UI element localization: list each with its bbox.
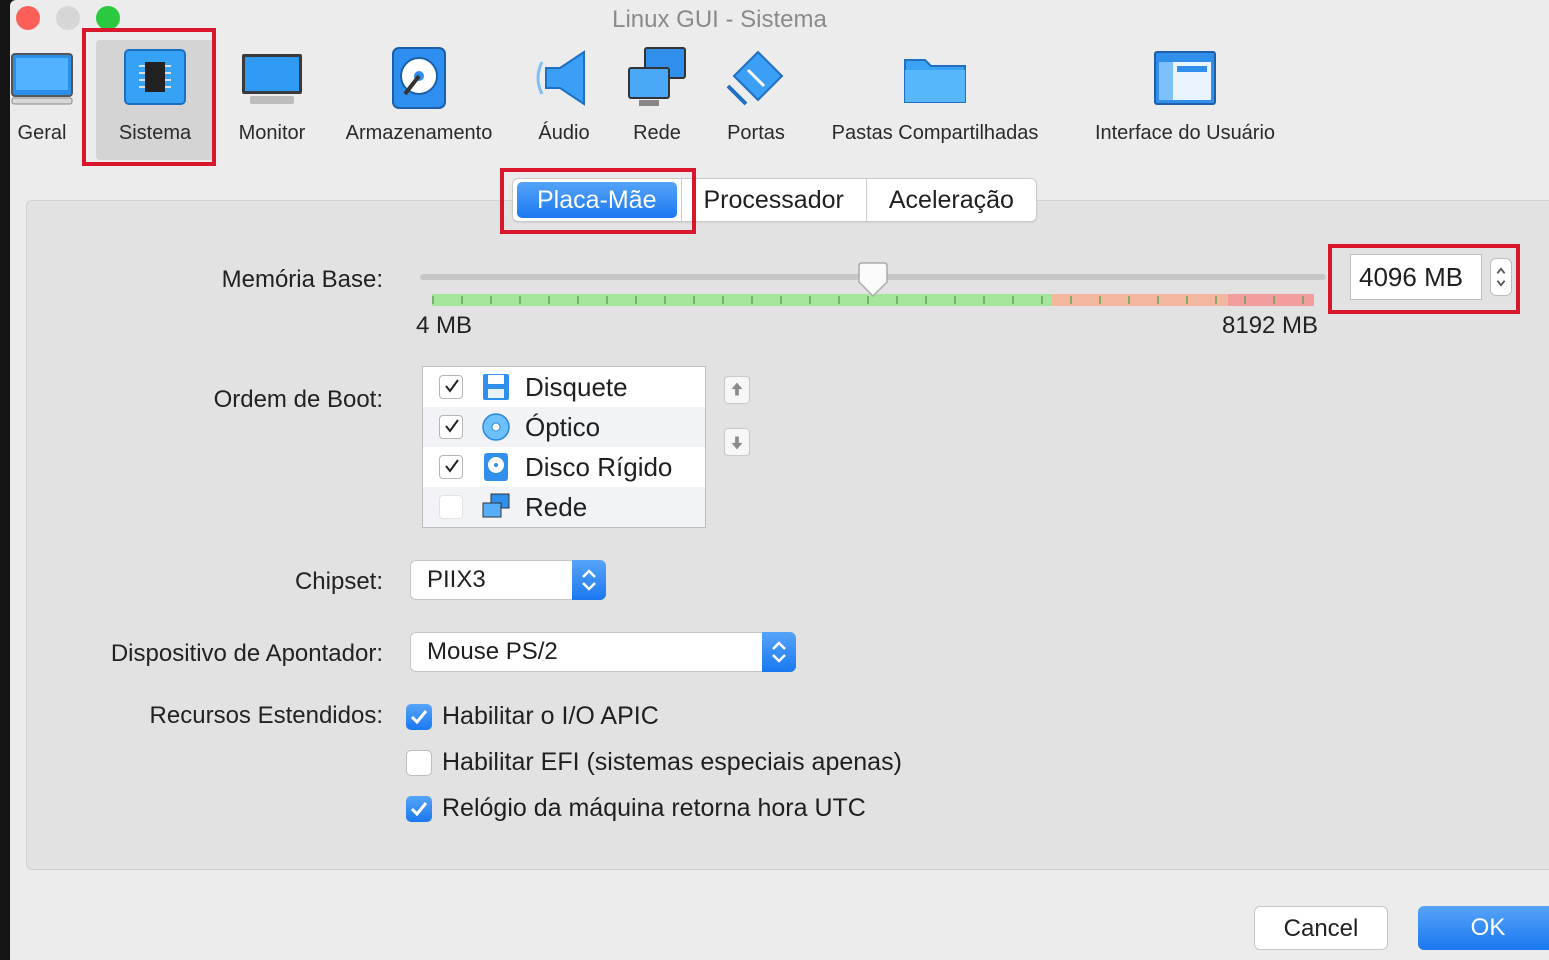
pointer-select[interactable]: Mouse PS/2	[410, 632, 796, 672]
toolbar-item-portas[interactable]: Portas	[718, 40, 794, 160]
memory-label: Memória Base:	[221, 266, 383, 293]
toolbar-item-pastas-compartilhadas[interactable]: Pastas Compartilhadas	[822, 40, 1048, 160]
boot-checkbox[interactable]	[439, 375, 463, 399]
boot-item-label: Óptico	[525, 411, 601, 442]
toolbar-item-geral[interactable]: Geral	[10, 40, 74, 160]
title-bar: Linux GUI - Sistema	[10, 0, 1549, 36]
pointer-label: Dispositivo de Apontador:	[110, 640, 383, 667]
chipset-value: PIIX3	[427, 566, 486, 593]
general-icon	[11, 53, 73, 105]
boot-item-label: Rede	[525, 491, 588, 522]
speaker-icon	[536, 50, 585, 106]
boot-item-label: Disquete	[525, 371, 628, 402]
boot-item-rede[interactable]: Rede	[423, 487, 705, 527]
toolbar-label: Portas	[727, 122, 785, 144]
tab-placa-mae[interactable]: Placa-Mãe	[517, 182, 677, 218]
boot-checkbox[interactable]	[439, 495, 463, 519]
monitor-icon	[242, 54, 302, 104]
network-icon	[482, 493, 510, 518]
boot-move-down-button[interactable]	[724, 428, 750, 456]
tab-processador[interactable]: Processador	[680, 179, 866, 221]
checkbox-checked[interactable]	[406, 703, 432, 730]
ports-icon	[726, 50, 784, 106]
tab-aceleracao[interactable]: Aceleração	[865, 179, 1036, 221]
optical-disc-icon	[482, 413, 510, 441]
chevron-updown-icon	[572, 560, 606, 600]
option-io-apic[interactable]: Habilitar o I/O APIC	[406, 702, 659, 731]
option-label: Habilitar o I/O APIC	[442, 702, 659, 730]
toolbar-label: Rede	[633, 122, 681, 144]
toolbar-item-audio[interactable]: Áudio	[522, 40, 606, 160]
settings-window: Linux GUI - Sistema Geral Sistema Monito…	[10, 0, 1549, 960]
checkbox-unchecked[interactable]	[406, 749, 432, 776]
option-efi[interactable]: Habilitar EFI (sistemas especiais apenas…	[406, 748, 902, 777]
memory-value-input[interactable]: 4096 MB	[1350, 254, 1482, 300]
option-label: Habilitar EFI (sistemas especiais apenas…	[442, 748, 902, 776]
floppy-icon	[483, 374, 509, 400]
toolbar-label: Geral	[17, 122, 67, 144]
network-icon	[628, 47, 686, 106]
settings-toolbar: Geral Sistema Monitor Armazenamento Áudi…	[10, 40, 1549, 170]
cancel-button[interactable]: Cancel	[1254, 906, 1388, 950]
chipset-label: Chipset:	[294, 568, 383, 595]
ui-window-icon	[1154, 51, 1216, 105]
boot-move-up-button[interactable]	[724, 376, 750, 404]
boot-order-label: Ordem de Boot:	[213, 386, 383, 413]
boot-item-disco-rigido[interactable]: Disco Rígido	[423, 447, 705, 487]
toolbar-label: Sistema	[118, 122, 192, 144]
toolbar-label: Pastas Compartilhadas	[831, 122, 1039, 144]
memory-spinbox: 4096 MB	[1350, 254, 1516, 304]
chevron-updown-icon	[762, 632, 796, 672]
check-icon	[445, 379, 459, 393]
check-icon	[410, 801, 428, 816]
boot-item-optico[interactable]: Óptico	[423, 407, 705, 447]
toolbar-item-armazenamento[interactable]: Armazenamento	[340, 40, 498, 160]
boot-checkbox[interactable]	[439, 455, 463, 479]
toolbar-label: Interface do Usuário	[1094, 122, 1276, 144]
hard-disk-icon	[484, 453, 508, 481]
check-icon	[445, 459, 459, 473]
tab-bar: Placa-Mãe Processador Aceleração	[512, 178, 1037, 222]
checkbox-checked[interactable]	[406, 795, 432, 822]
toolbar-item-interface-do-usuario[interactable]: Interface do Usuário	[1080, 40, 1290, 160]
pointer-value: Mouse PS/2	[427, 638, 558, 665]
storage-icon	[392, 47, 446, 109]
chip-icon	[124, 49, 186, 105]
toolbar-item-rede[interactable]: Rede	[622, 40, 692, 160]
option-utc-clock[interactable]: Relógio da máquina retorna hora UTC	[406, 794, 866, 823]
ok-button[interactable]: OK	[1418, 906, 1549, 950]
toolbar-item-sistema[interactable]: Sistema	[96, 40, 214, 160]
boot-order-list: Disquete Óptico Disco Rígido Rede	[422, 366, 706, 528]
toolbar-item-monitor[interactable]: Monitor	[224, 40, 320, 160]
check-icon	[445, 419, 459, 433]
boot-item-disquete[interactable]: Disquete	[423, 367, 705, 407]
toolbar-label: Áudio	[538, 122, 590, 144]
boot-item-label: Disco Rígido	[525, 451, 673, 482]
chipset-select[interactable]: PIIX3	[410, 560, 606, 600]
toolbar-label: Armazenamento	[345, 122, 493, 144]
memory-stepper[interactable]	[1490, 258, 1512, 296]
option-label: Relógio da máquina retorna hora UTC	[442, 794, 866, 822]
check-icon	[410, 709, 428, 724]
toolbar-label: Monitor	[238, 122, 306, 144]
boot-checkbox[interactable]	[439, 415, 463, 439]
memory-slider-knob[interactable]	[857, 262, 889, 298]
window-title: Linux GUI - Sistema	[612, 6, 827, 33]
memory-min-label: 4 MB	[416, 312, 473, 339]
extended-features-label: Recursos Estendidos:	[149, 702, 383, 729]
folder-icon	[904, 59, 966, 103]
memory-max-label: 8192 MB	[1222, 312, 1319, 339]
